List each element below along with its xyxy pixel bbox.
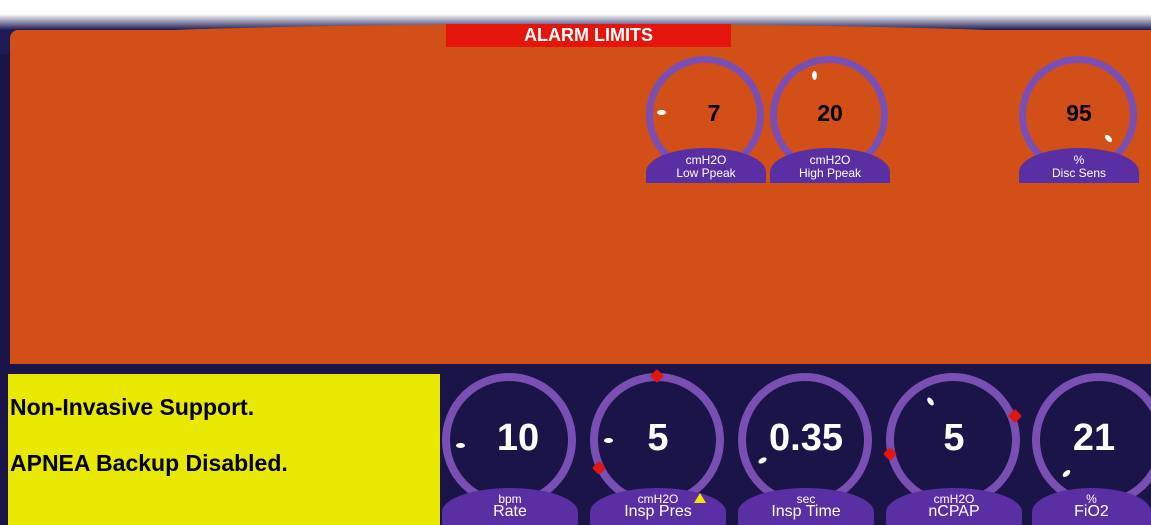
insp-time-label: Insp Time (771, 503, 841, 520)
ncpap-label-tab: cmH2O nCPAP (886, 488, 1022, 525)
insp-pres-knob[interactable]: 5 cmH2O Insp Pres (590, 368, 726, 525)
alarm-limits-panel (10, 30, 1151, 364)
rate-label: Rate (493, 503, 527, 520)
rate-label-tab: bpm Rate (442, 488, 578, 525)
disc-sens-label: Disc Sens (1051, 166, 1107, 180)
insp-pres-value: 5 (647, 417, 669, 459)
disc-sens-unit: % (1073, 153, 1085, 167)
high-ppeak-knob[interactable]: 20 cmH2O High Ppeak (770, 56, 890, 186)
disc-sens-knob[interactable]: 95 % Disc Sens (1019, 56, 1139, 186)
high-ppeak-unit: cmH2O (809, 153, 851, 167)
ventilator-screen: ALARM LIMITS 7 cmH2O Low Ppeak 20 cmH2O … (0, 0, 1151, 525)
knob-indicator-icon (812, 71, 817, 80)
high-ppeak-label: High Ppeak (798, 166, 862, 180)
top-border (0, 0, 1151, 14)
rate-knob[interactable]: 10 bpm Rate (442, 373, 578, 525)
insp-time-value: 0.35 (769, 417, 843, 459)
alarm-limits-title: ALARM LIMITS (446, 24, 731, 47)
warning-triangle-icon (694, 493, 706, 503)
rate-value: 10 (496, 417, 540, 459)
fio2-knob[interactable]: 21 % FiO2 (1032, 373, 1151, 525)
low-ppeak-label-tab: cmH2O Low Ppeak (646, 148, 766, 183)
fio2-label: FiO2 (1074, 503, 1109, 520)
low-ppeak-value: 7 (707, 100, 721, 126)
high-ppeak-label-tab: cmH2O High Ppeak (770, 148, 890, 183)
ncpap-label: nCPAP (928, 503, 980, 520)
insp-time-knob[interactable]: 0.35 sec Insp Time (738, 373, 874, 525)
status-line-noninvasive: Non-Invasive Support. (10, 394, 255, 420)
disc-sens-label-tab: % Disc Sens (1019, 148, 1139, 183)
status-line-apnea: APNEA Backup Disabled. (10, 450, 288, 476)
insp-pres-label: Insp Pres (624, 503, 692, 520)
insp-time-label-tab: sec Insp Time (738, 488, 874, 525)
fio2-value: 21 (1072, 417, 1116, 459)
disc-sens-value: 95 (1066, 100, 1092, 126)
high-ppeak-value: 20 (817, 100, 843, 126)
fio2-label-tab: % FiO2 (1032, 488, 1151, 525)
low-ppeak-knob[interactable]: 7 cmH2O Low Ppeak (646, 56, 766, 186)
status-message-box: Non-Invasive Support. APNEA Backup Disab… (8, 374, 440, 525)
low-ppeak-label: Low Ppeak (676, 166, 736, 180)
ncpap-value: 5 (943, 417, 965, 459)
ncpap-knob[interactable]: 5 cmH2O nCPAP (882, 373, 1023, 525)
low-ppeak-unit: cmH2O (685, 153, 727, 167)
